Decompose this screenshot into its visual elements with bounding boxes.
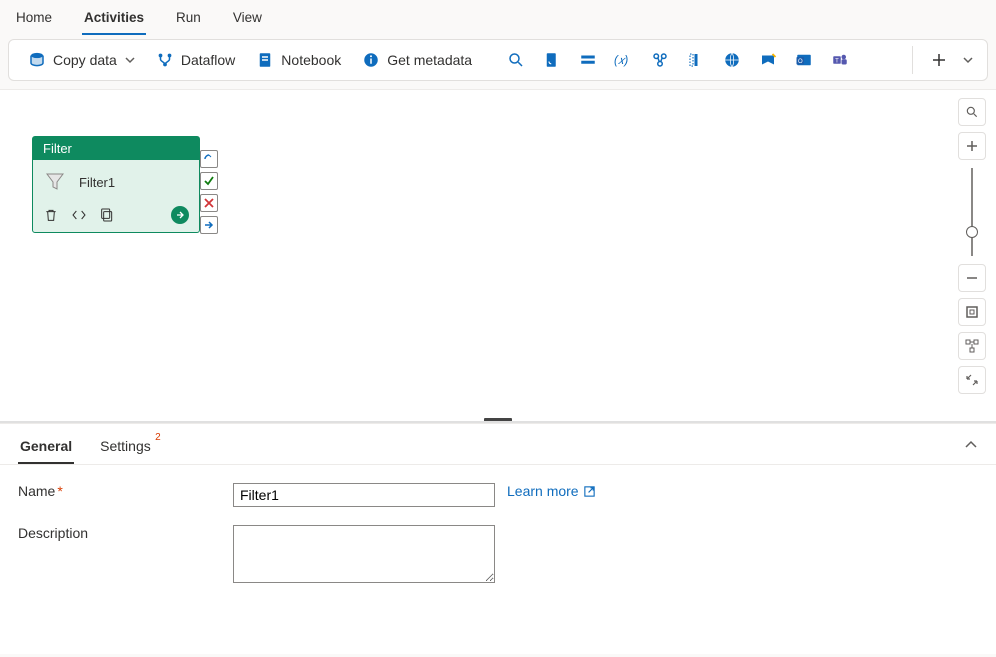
filter-icon <box>43 170 67 194</box>
get-metadata-button[interactable]: Get metadata <box>353 46 480 74</box>
web-icon[interactable] <box>716 46 748 74</box>
panel-tab-settings-label: Settings <box>100 438 151 454</box>
delete-icon[interactable] <box>43 207 59 223</box>
panel-drag-handle[interactable] <box>484 418 512 422</box>
collapse-panel-icon[interactable] <box>964 438 978 452</box>
settings-badge: 2 <box>155 432 161 443</box>
canvas-toolbar <box>958 98 986 394</box>
external-link-icon <box>583 485 596 498</box>
script-icon[interactable] <box>536 46 568 74</box>
port-on-success[interactable] <box>200 172 218 190</box>
ribbon-tabs: Home Activities Run View <box>0 0 996 35</box>
stored-procedure-icon[interactable] <box>572 46 604 74</box>
toolbar-divider <box>912 46 913 74</box>
switch-icon[interactable] <box>644 46 676 74</box>
zoom-slider-thumb[interactable] <box>966 226 978 238</box>
activity-type-label: Filter <box>33 137 199 160</box>
port-on-skip[interactable] <box>200 150 218 168</box>
clone-icon[interactable] <box>99 207 115 223</box>
outlook-icon[interactable]: O <box>788 46 820 74</box>
zoom-slider[interactable] <box>971 168 973 256</box>
branch-icon <box>155 50 175 70</box>
dataflow-button[interactable]: Dataflow <box>147 46 243 74</box>
run-activity-icon[interactable] <box>171 206 189 224</box>
panel-tab-general[interactable]: General <box>18 434 74 464</box>
fullscreen-collapse-icon[interactable] <box>958 366 986 394</box>
name-label: Name* <box>18 483 233 499</box>
copy-data-button[interactable]: Copy data <box>19 46 143 74</box>
zoom-out-icon[interactable] <box>958 264 986 292</box>
pipeline-canvas[interactable]: Filter Filter1 <box>0 89 996 423</box>
activities-toolbar: Copy data Dataflow Notebook Get metadata <box>8 39 988 81</box>
tab-home[interactable]: Home <box>14 6 54 35</box>
svg-text:T: T <box>835 58 839 64</box>
tab-activities[interactable]: Activities <box>82 6 146 35</box>
zoom-in-icon[interactable] <box>958 132 986 160</box>
auto-align-icon[interactable] <box>958 332 986 360</box>
zoom-fit-icon[interactable] <box>958 298 986 326</box>
webhook-icon[interactable] <box>752 46 784 74</box>
chevron-down-icon[interactable] <box>959 51 977 69</box>
dataflow-label: Dataflow <box>181 52 235 68</box>
panel-tab-settings[interactable]: Settings 2 <box>98 434 153 464</box>
description-label: Description <box>18 525 233 541</box>
activity-filter-card[interactable]: Filter Filter1 <box>32 136 200 233</box>
activity-name-label: Filter1 <box>79 175 115 190</box>
code-icon[interactable] <box>71 207 87 223</box>
get-metadata-label: Get metadata <box>387 52 472 68</box>
database-icon <box>27 50 47 70</box>
teams-icon[interactable]: T <box>824 46 856 74</box>
variable-icon[interactable]: (𝑥) <box>608 46 640 74</box>
tab-view[interactable]: View <box>231 6 264 35</box>
port-on-completion[interactable] <box>200 216 218 234</box>
append-icon[interactable] <box>680 46 712 74</box>
chevron-down-icon <box>125 55 135 65</box>
activity-ports <box>200 150 218 234</box>
lookup-icon[interactable] <box>500 46 532 74</box>
notebook-icon <box>255 50 275 70</box>
copy-data-label: Copy data <box>53 52 117 68</box>
add-activity-button[interactable] <box>923 46 955 74</box>
description-input[interactable] <box>233 525 495 583</box>
learn-more-label: Learn more <box>507 483 579 499</box>
name-input[interactable] <box>233 483 495 507</box>
notebook-button[interactable]: Notebook <box>247 46 349 74</box>
tab-run[interactable]: Run <box>174 6 203 35</box>
learn-more-link[interactable]: Learn more <box>507 483 596 499</box>
notebook-label: Notebook <box>281 52 341 68</box>
svg-text:O: O <box>798 59 803 65</box>
find-icon[interactable] <box>958 98 986 126</box>
properties-panel: General Settings 2 Name* Learn more Desc… <box>0 423 996 654</box>
svg-text:(𝑥): (𝑥) <box>614 54 628 67</box>
info-icon <box>361 50 381 70</box>
port-on-fail[interactable] <box>200 194 218 212</box>
